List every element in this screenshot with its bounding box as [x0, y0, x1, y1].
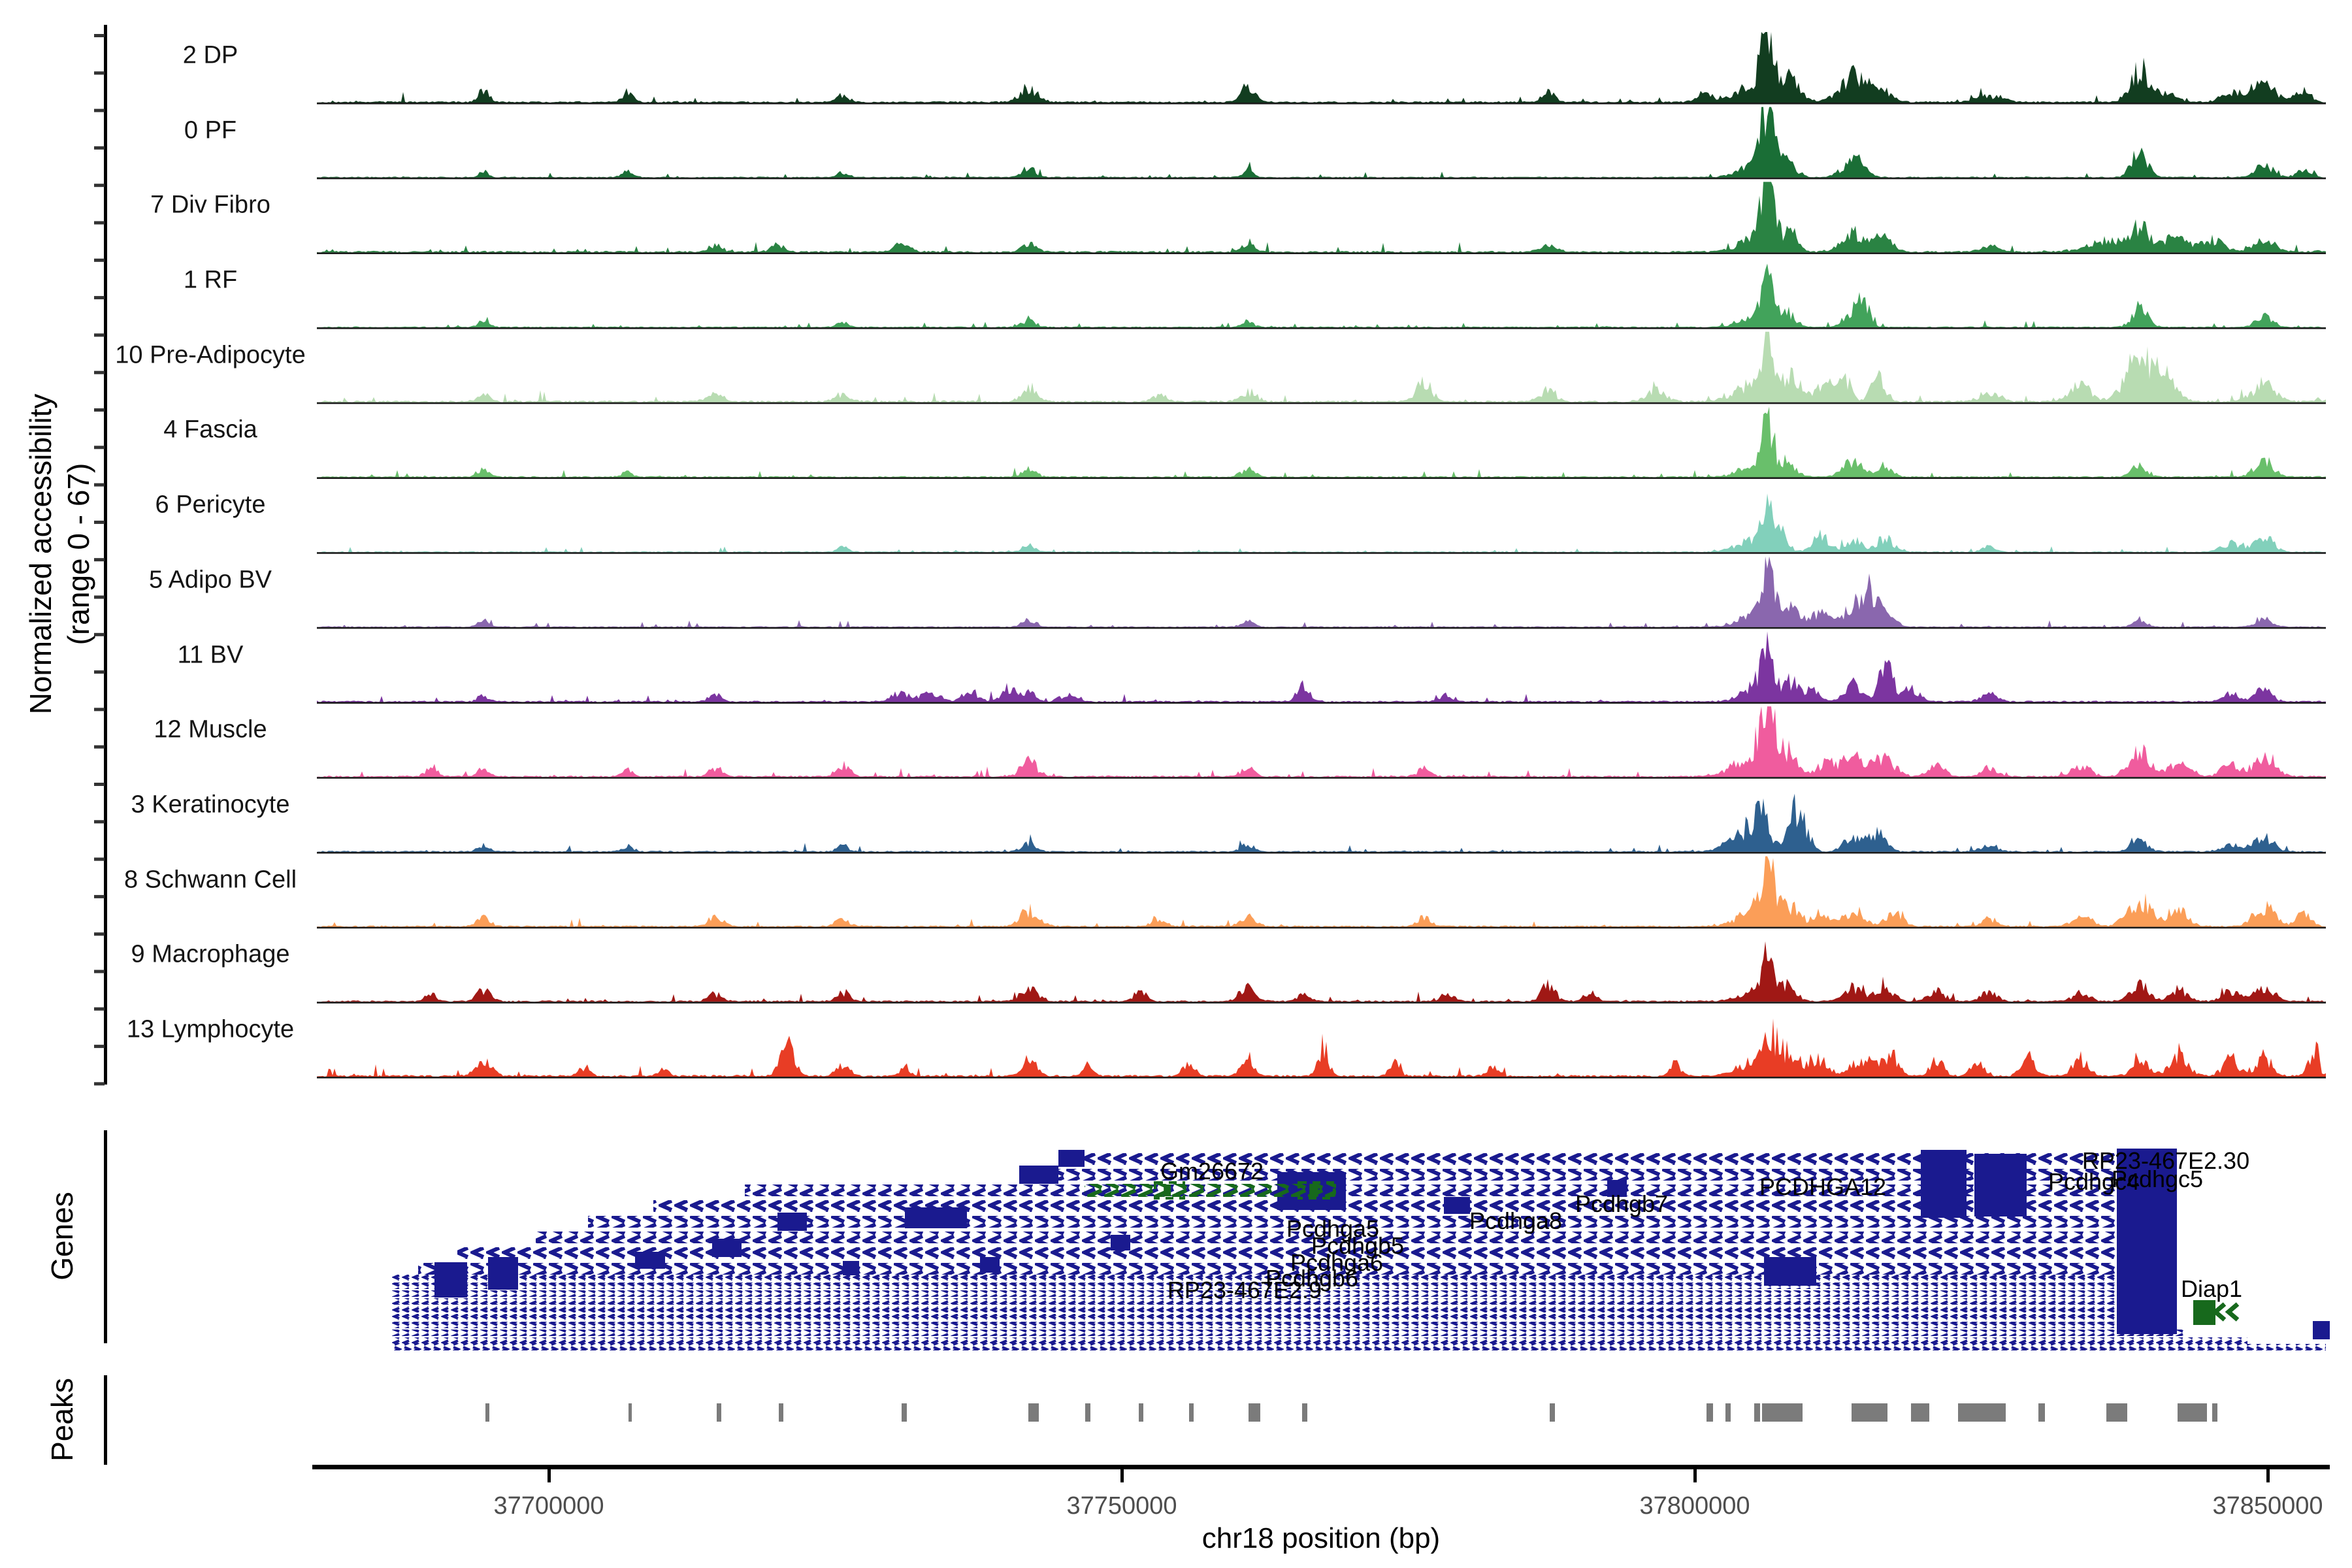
x-tick-label-37700000: 37700000	[493, 1492, 604, 1520]
gene-label-pcdhga12: PCDHGA12	[1759, 1173, 1887, 1200]
track-label-12-muscle: 12 Muscle	[154, 715, 267, 743]
track-signal-11-bv	[317, 631, 2326, 704]
y-axis	[94, 25, 107, 1086]
track-signal-13-lymphocyte	[317, 1019, 2326, 1079]
x-tick-label-37850000: 37850000	[2212, 1492, 2323, 1520]
x-tick-label-37800000: 37800000	[1639, 1492, 1750, 1520]
gene-label-gm26672: Gm26672	[1160, 1158, 1264, 1184]
x-axis-title: chr18 position (bp)	[1201, 1522, 1441, 1554]
gene-label-diap1: Diap1	[2180, 1275, 2243, 1302]
track-label-8-schwann-cell: 8 Schwann Cell	[123, 866, 297, 894]
track-signal-1-rf	[317, 263, 2326, 329]
gene-label-pcdhga8: Pcdhga8	[1469, 1207, 1563, 1234]
track-signal-0-pf	[317, 106, 2326, 180]
track-label-3-keratinocyte: 3 Keratinocyte	[131, 791, 290, 819]
track-label-6-pericyte: 6 Pericyte	[155, 491, 266, 519]
track-label-2-dp: 2 DP	[182, 41, 238, 69]
track-signal-12-muscle	[317, 706, 2326, 779]
x-tick-label-37750000: 37750000	[1066, 1492, 1177, 1520]
track-label-10-pre-adipocyte: 10 Pre-Adipocyte	[115, 341, 306, 369]
track-signal-3-keratinocyte	[317, 793, 2326, 854]
track-signal-8-schwann-cell	[317, 856, 2326, 929]
plot-canvas	[94, 25, 2330, 1482]
track-signal-5-adipo-bv	[317, 556, 2326, 629]
track-signal-4-fascia	[317, 406, 2326, 480]
peaks-track	[485, 1403, 2217, 1422]
y-axis-title-line2: (range 0 - 67)	[61, 463, 95, 645]
track-label-11-bv: 11 BV	[177, 641, 244, 669]
gene-label-rp23-467e2-30: RP23-467E2.30	[2082, 1147, 2250, 1174]
track-label-4-fascia: 4 Fascia	[163, 416, 257, 444]
gene-label-pcdhgb7: Pcdhgb7	[1575, 1190, 1669, 1217]
track-label-1-rf: 1 RF	[183, 266, 238, 294]
track-signal-2-dp	[317, 32, 2326, 105]
track-signal-7-div-fibro	[317, 182, 2326, 254]
x-axis	[312, 1465, 2330, 1482]
genome-browser-figure: Normalized accessibility (range 0 - 67) …	[0, 0, 2352, 1568]
track-signal-9-macrophage	[317, 941, 2326, 1004]
track-signal-6-pericyte	[317, 493, 2326, 554]
y-axis-title-line1: Normalized accessibility	[24, 393, 57, 715]
gene-label-rp23-467e2-9: RP23-467E2.9	[1167, 1277, 1322, 1303]
track-label-7-div-fibro: 7 Div Fibro	[150, 191, 270, 219]
track-label-0-pf: 0 PF	[184, 116, 237, 144]
peaks-panel-label: Peaks	[45, 1378, 79, 1462]
track-label-5-adipo-bv: 5 Adipo BV	[148, 566, 272, 594]
genes-panel-label: Genes	[45, 1192, 79, 1281]
track-label-9-macrophage: 9 Macrophage	[131, 940, 290, 968]
track-signal-10-pre-adipocyte	[317, 331, 2326, 404]
track-label-13-lymphocyte: 13 Lymphocyte	[126, 1015, 295, 1043]
